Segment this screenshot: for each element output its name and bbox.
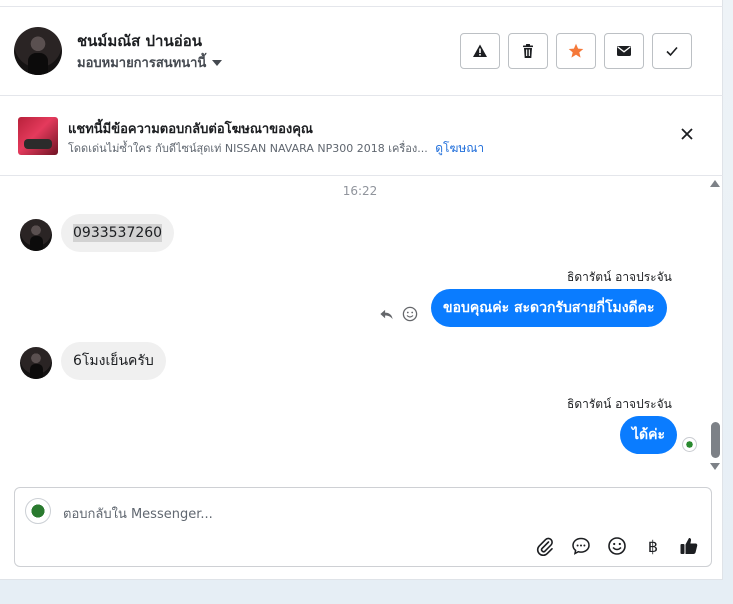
close-icon (681, 128, 693, 140)
scroll-up-arrow[interactable] (710, 180, 720, 187)
message-actions (379, 306, 418, 322)
message-list: 16:22 0933537260 ธิดารัตน์ อาจประจัน ขอบ… (0, 176, 710, 476)
done-button[interactable] (652, 33, 692, 69)
react-emoji-icon[interactable] (402, 306, 418, 322)
assign-conversation-dropdown[interactable]: มอบหมายการสนทนานี้ (77, 52, 223, 73)
check-icon (666, 46, 678, 57)
contact-name[interactable]: ชนม์มณัส ปานอ่อน (77, 29, 202, 53)
contact-avatar-small[interactable] (20, 219, 52, 251)
seen-avatar-icon (682, 437, 697, 452)
view-ad-link[interactable]: ดูโฆษณา (435, 141, 484, 155)
ad-description-text: โดดเด่นไม่ซ้ำใคร กับดีไซน์สุดเท่ NISSAN … (68, 142, 428, 155)
ad-banner-description: โดดเด่นไม่ซ้ำใคร กับดีไซน์สุดเท่ NISSAN … (68, 139, 484, 158)
sender-name: ธิดารัตน์ อาจประจัน (567, 270, 672, 284)
scroll-down-arrow[interactable] (710, 463, 720, 470)
mark-unread-button[interactable] (604, 33, 644, 69)
message-timestamp: 16:22 (342, 184, 378, 198)
conversation-panel: ชนม์มณัส ปานอ่อน มอบหมายการสนทนานี้ แชทน… (0, 0, 723, 580)
report-button[interactable] (460, 33, 500, 69)
ad-banner-title: แชทนี้มีข้อความตอบกลับต่อโฆษณาของคุณ (68, 122, 313, 137)
attach-button[interactable] (535, 536, 555, 556)
star-icon (568, 43, 584, 58)
saved-replies-button[interactable] (571, 536, 591, 556)
ad-reply-banner: แชทนี้มีข้อความตอบกลับต่อโฆษณาของคุณ โดด… (0, 96, 723, 176)
outgoing-message[interactable]: ได้ค่ะ (620, 416, 678, 454)
ad-thumbnail[interactable] (18, 117, 58, 155)
caret-down-icon (212, 59, 223, 66)
page-avatar (25, 498, 51, 524)
contact-avatar[interactable] (14, 27, 62, 75)
reply-icon[interactable] (379, 307, 394, 322)
delete-button[interactable] (508, 33, 548, 69)
outgoing-message[interactable]: ขอบคุณค่ะ สะดวกรับสายกี่โมงดีคะ (431, 289, 667, 327)
emoji-icon (608, 537, 626, 555)
trash-icon (523, 44, 533, 58)
assign-label: มอบหมายการสนทนานี้ (77, 56, 207, 71)
thumbs-up-icon (680, 538, 698, 554)
envelope-icon (617, 46, 631, 56)
chat-bubble-icon (572, 537, 590, 555)
emoji-button[interactable] (607, 536, 627, 556)
payment-button[interactable]: ฿ (643, 536, 663, 556)
warning-icon (473, 44, 487, 57)
scrollbar-thumb[interactable] (711, 422, 720, 458)
contact-avatar-small[interactable] (20, 347, 52, 379)
paperclip-icon (536, 537, 553, 556)
star-button[interactable] (556, 33, 596, 69)
baht-icon: ฿ (647, 536, 659, 556)
sender-name: ธิดารัตน์ อาจประจัน (567, 397, 672, 411)
message-text: 0933537260 (73, 224, 163, 242)
reply-composer[interactable]: ตอบกลับใน Messenger... ฿ (14, 487, 712, 567)
like-button[interactable] (679, 536, 699, 556)
incoming-message[interactable]: 6โมงเย็นครับ (61, 342, 166, 380)
close-banner-button[interactable] (676, 123, 698, 145)
incoming-message[interactable]: 0933537260 (61, 214, 175, 252)
conversation-header: ชนม์มณัส ปานอ่อน มอบหมายการสนทนานี้ (0, 7, 723, 96)
composer-toolbar: ฿ (535, 536, 699, 556)
reply-input[interactable]: ตอบกลับใน Messenger... (63, 503, 213, 524)
